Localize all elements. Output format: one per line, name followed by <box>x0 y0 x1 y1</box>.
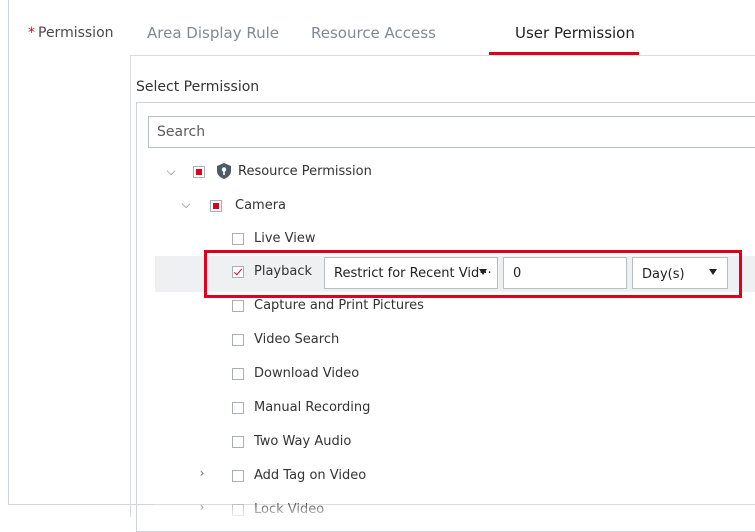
manual-recording-checkbox[interactable] <box>232 402 244 414</box>
tabs-divider <box>130 55 755 56</box>
tree-node-manual-recording[interactable]: Manual Recording <box>254 398 370 418</box>
add-tag-checkbox[interactable] <box>232 470 244 482</box>
tree-node-camera[interactable]: Camera <box>235 196 286 216</box>
annotation-highlight-box <box>204 250 742 298</box>
camera-checkbox[interactable] <box>210 200 222 212</box>
video-search-checkbox[interactable] <box>232 334 244 346</box>
select-permission-title: Select Permission <box>136 79 260 95</box>
two-way-audio-checkbox[interactable] <box>232 436 244 448</box>
tab-resource-access[interactable]: Resource Access <box>311 24 436 42</box>
tree-node-two-way-audio[interactable]: Two Way Audio <box>254 432 351 452</box>
tree-node-add-tag-on-video[interactable]: Add Tag on Video <box>254 466 366 486</box>
shield-icon <box>217 163 231 179</box>
capture-print-checkbox[interactable] <box>232 300 244 312</box>
chevron-down-icon[interactable]: ⌵ <box>165 164 177 179</box>
tree-node-video-search[interactable]: Video Search <box>254 330 339 350</box>
scroll-fade <box>155 500 755 517</box>
tree-node-resource-permission[interactable]: Resource Permission <box>238 162 372 182</box>
resource-permission-checkbox[interactable] <box>193 166 205 178</box>
tree-node-capture-print-pictures[interactable]: Capture and Print Pictures <box>254 296 424 316</box>
download-video-checkbox[interactable] <box>232 368 244 380</box>
chevron-down-icon[interactable]: ⌵ <box>180 197 192 212</box>
permission-field-label: * Permission <box>28 25 114 41</box>
search-placeholder: Search <box>157 124 206 140</box>
live-view-checkbox[interactable] <box>232 233 244 245</box>
required-mark: * <box>28 25 35 41</box>
tree-node-download-video[interactable]: Download Video <box>254 364 359 384</box>
content-left-rule <box>130 56 131 517</box>
tree-node-live-view[interactable]: Live View <box>254 229 316 249</box>
search-input[interactable]: Search <box>148 116 755 148</box>
tab-user-permission[interactable]: User Permission <box>515 24 635 42</box>
chevron-right-icon[interactable]: › <box>196 466 208 480</box>
tab-area-display-rule[interactable]: Area Display Rule <box>147 24 279 42</box>
